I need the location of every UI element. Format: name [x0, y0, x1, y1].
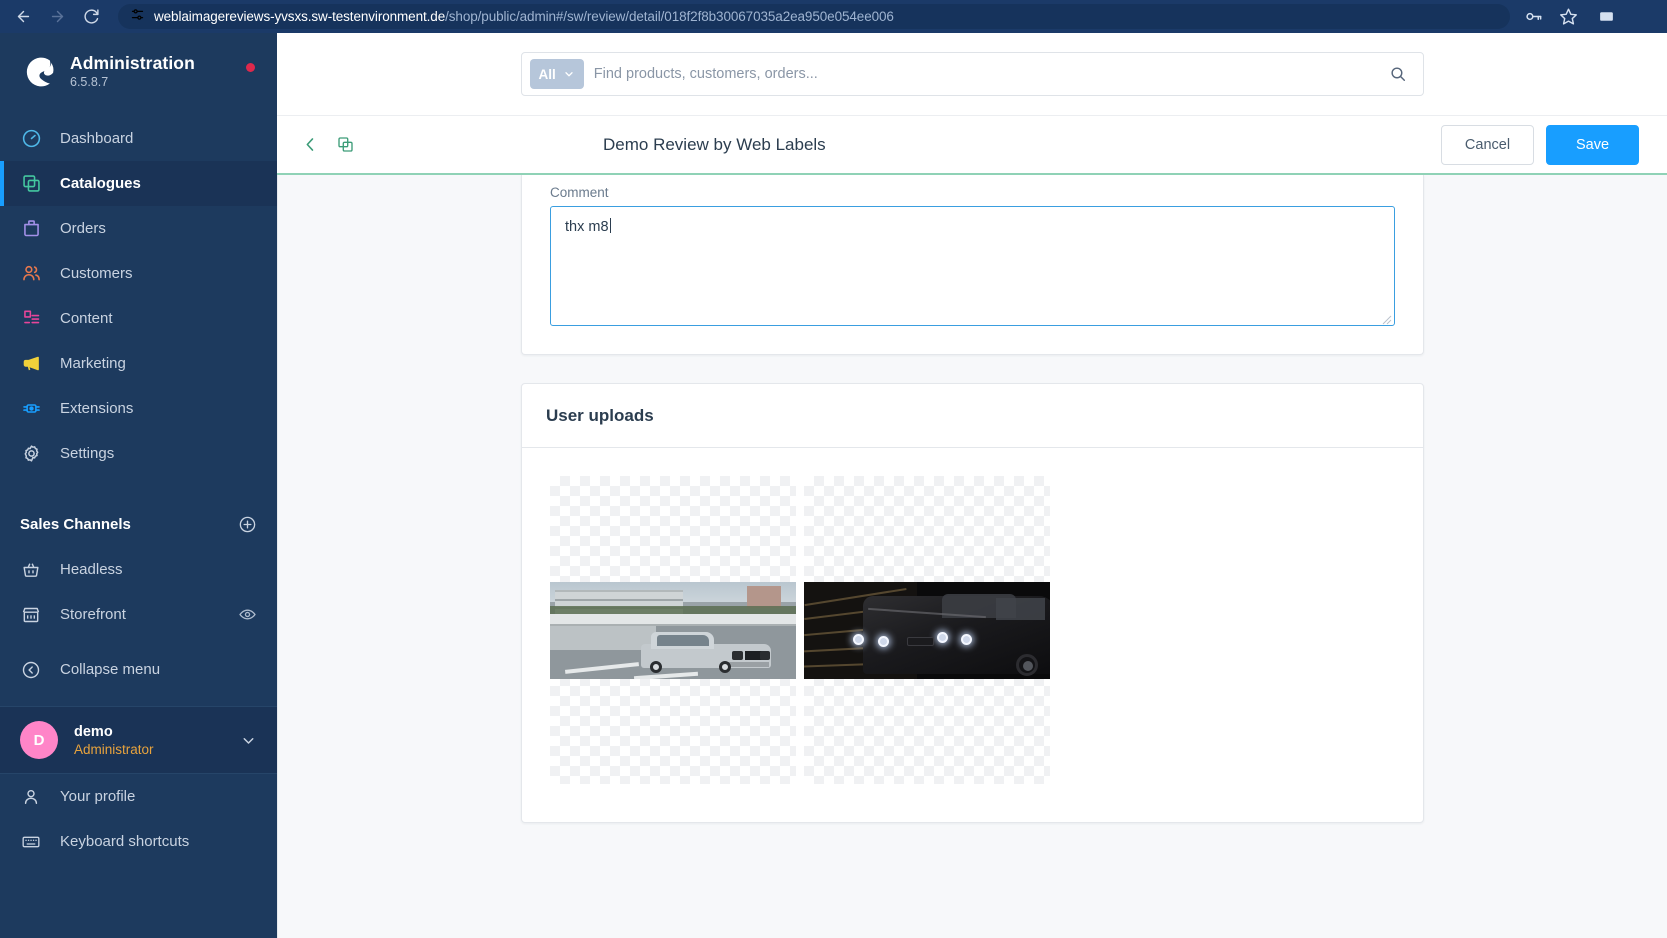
- chevron-down-icon: [563, 68, 575, 80]
- search-magnifier-icon[interactable]: [1389, 65, 1411, 83]
- sidebar-item-label: Settings: [60, 445, 114, 462]
- brand-version: 6.5.8.7: [70, 76, 195, 90]
- orders-icon: [20, 218, 42, 240]
- storefront-icon: [20, 604, 42, 626]
- content-icon: [20, 308, 42, 330]
- user-role: Administrator: [74, 742, 154, 757]
- catalogues-icon: [20, 173, 42, 195]
- chevron-left-icon[interactable]: [301, 135, 320, 154]
- main-region: All Find products, customers, orders...: [277, 33, 1667, 938]
- save-button[interactable]: Save: [1546, 125, 1639, 165]
- brand-title: Administration: [70, 54, 195, 73]
- bookmark-star-icon[interactable]: [1559, 7, 1578, 26]
- user-profile-icon: [20, 786, 42, 808]
- avatar: D: [20, 721, 58, 759]
- dashboard-icon: [20, 128, 42, 150]
- reload-icon[interactable]: [78, 4, 104, 30]
- app-shell: Administration 6.5.8.7 Dashboard Catalog…: [0, 33, 1667, 938]
- address-bar[interactable]: weblaimagereviews-yvsxs.sw-testenvironme…: [118, 4, 1510, 29]
- address-bar-url: weblaimagereviews-yvsxs.sw-testenvironme…: [154, 9, 894, 24]
- content-scroll-area[interactable]: Comment thx m8 User uploads: [277, 175, 1667, 938]
- basket-icon: [20, 559, 42, 581]
- user-uploads-card: User uploads: [521, 383, 1424, 823]
- comment-field-label: Comment: [550, 185, 1395, 200]
- sidebar-item-label: Catalogues: [60, 175, 141, 192]
- shopware-logo-icon: [20, 54, 56, 90]
- sidebar-item-label: Orders: [60, 220, 106, 237]
- extension-puzzle-icon[interactable]: [1596, 7, 1616, 27]
- search-input[interactable]: Find products, customers, orders...: [594, 66, 1379, 82]
- sidebar-item-settings[interactable]: Settings: [0, 431, 277, 476]
- sidebar-item-marketing[interactable]: Marketing: [0, 341, 277, 386]
- sidebar-item-label: Collapse menu: [60, 661, 160, 678]
- customers-icon: [20, 263, 42, 285]
- sidebar-item-label: Headless: [60, 561, 123, 578]
- page-header: Demo Review by Web Labels Cancel Save: [277, 115, 1667, 175]
- plus-circle-icon[interactable]: [238, 515, 257, 534]
- primary-nav: Dashboard Catalogues Orders Customers: [0, 116, 277, 476]
- sidebar-item-label: Content: [60, 310, 113, 327]
- admin-sidebar: Administration 6.5.8.7 Dashboard Catalog…: [0, 33, 277, 938]
- duplicate-copy-icon[interactable]: [336, 135, 355, 154]
- marketing-icon: [20, 353, 42, 375]
- user-uploads-title: User uploads: [546, 406, 654, 426]
- collapse-chevron-left-icon: [20, 659, 42, 681]
- notification-dot[interactable]: [246, 63, 255, 72]
- brand-header[interactable]: Administration 6.5.8.7: [0, 33, 277, 108]
- user-menu[interactable]: D demo Administrator: [0, 706, 277, 774]
- sidebar-item-orders[interactable]: Orders: [0, 206, 277, 251]
- forward-arrow-icon: [44, 4, 70, 30]
- chevron-down-icon[interactable]: [240, 732, 257, 749]
- comment-textarea[interactable]: thx m8: [550, 206, 1395, 326]
- keyboard-icon: [20, 831, 42, 853]
- black-bmw-photo: [804, 582, 1050, 679]
- global-search-bar[interactable]: All Find products, customers, orders...: [521, 52, 1424, 96]
- password-key-icon[interactable]: [1524, 7, 1543, 26]
- sidebar-item-label: Customers: [60, 265, 133, 282]
- sidebar-item-label: Storefront: [60, 606, 126, 623]
- sidebar-item-label: Marketing: [60, 355, 126, 372]
- sidebar-item-label: Dashboard: [60, 130, 133, 147]
- review-comment-card: Comment thx m8: [521, 175, 1424, 355]
- collapse-menu-button[interactable]: Collapse menu: [0, 647, 277, 692]
- comment-textarea-value: thx m8: [565, 219, 609, 235]
- sidebar-item-catalogues[interactable]: Catalogues: [0, 161, 277, 206]
- text-caret: [610, 218, 611, 233]
- search-scope-dropdown[interactable]: All: [530, 59, 584, 89]
- page-title: Demo Review by Web Labels: [601, 135, 1441, 155]
- sidebar-item-customers[interactable]: Customers: [0, 251, 277, 296]
- user-uploads-gallery: [522, 448, 1423, 822]
- silver-bmw-photo: [550, 582, 796, 679]
- sidebar-item-storefront[interactable]: Storefront: [0, 592, 277, 637]
- sidebar-item-label: Keyboard shortcuts: [60, 833, 189, 850]
- cancel-button[interactable]: Cancel: [1441, 125, 1534, 165]
- sidebar-item-extensions[interactable]: Extensions: [0, 386, 277, 431]
- back-arrow-icon[interactable]: [10, 4, 36, 30]
- browser-toolbar: weblaimagereviews-yvsxs.sw-testenvironme…: [0, 0, 1667, 33]
- sales-channels-label: Sales Channels: [20, 516, 131, 533]
- sidebar-item-label: Your profile: [60, 788, 135, 805]
- sidebar-item-headless[interactable]: Headless: [0, 547, 277, 592]
- site-settings-icon[interactable]: [130, 7, 145, 27]
- eye-icon[interactable]: [238, 605, 257, 624]
- resize-grip-icon[interactable]: [1382, 313, 1392, 323]
- sidebar-item-keyboard-shortcuts[interactable]: Keyboard shortcuts: [0, 819, 277, 864]
- user-name: demo: [74, 724, 154, 740]
- user-upload-image-1[interactable]: [550, 476, 796, 784]
- sidebar-item-your-profile[interactable]: Your profile: [0, 774, 277, 819]
- settings-gear-icon: [20, 443, 42, 465]
- global-search-row: All Find products, customers, orders...: [277, 33, 1667, 115]
- extensions-icon: [20, 398, 42, 420]
- user-uploads-header: User uploads: [522, 384, 1423, 448]
- user-upload-image-2[interactable]: [804, 476, 1050, 784]
- sales-channels-heading: Sales Channels: [0, 502, 277, 547]
- sidebar-item-dashboard[interactable]: Dashboard: [0, 116, 277, 161]
- sidebar-item-label: Extensions: [60, 400, 133, 417]
- sidebar-item-content[interactable]: Content: [0, 296, 277, 341]
- secondary-nav: Your profile Keyboard shortcuts: [0, 774, 277, 864]
- search-scope-label: All: [539, 67, 556, 82]
